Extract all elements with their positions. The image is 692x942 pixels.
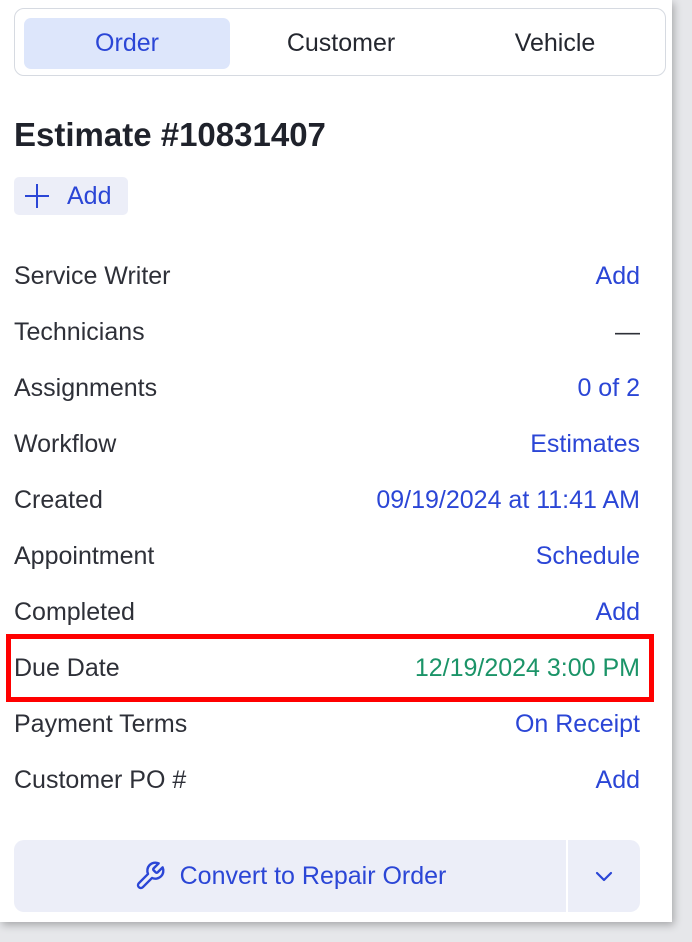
plus-icon [25, 184, 49, 208]
field-label: Workflow [14, 429, 117, 458]
service-writer-add-link[interactable]: Add [596, 262, 640, 291]
field-label: Technicians [14, 317, 145, 346]
field-appointment: Appointment Schedule [14, 536, 640, 576]
field-assignments: Assignments 0 of 2 [14, 368, 640, 408]
add-tag-label: Add [67, 181, 112, 210]
payment-terms-link[interactable]: On Receipt [515, 710, 640, 739]
field-payment-terms: Payment Terms On Receipt [14, 704, 640, 744]
page-title: Estimate #10831407 [14, 116, 326, 153]
field-completed: Completed Add [14, 592, 640, 632]
tab-customer[interactable]: Customer [238, 18, 444, 69]
created-date-link[interactable]: 09/19/2024 at 11:41 AM [376, 486, 640, 515]
tab-bar: Order Customer Vehicle [14, 8, 666, 76]
chevron-down-icon [595, 871, 613, 882]
field-workflow: Workflow Estimates [14, 424, 640, 464]
add-tag-button[interactable]: Add [14, 177, 128, 215]
convert-to-repair-order-button[interactable]: Convert to Repair Order [14, 840, 566, 912]
convert-options-dropdown[interactable] [568, 840, 640, 912]
wrench-icon [136, 861, 165, 890]
field-label: Appointment [14, 541, 155, 570]
workflow-link[interactable]: Estimates [530, 430, 640, 459]
field-technicians: Technicians — [14, 312, 640, 352]
tab-order[interactable]: Order [24, 18, 230, 69]
field-created: Created 09/19/2024 at 11:41 AM [14, 480, 640, 520]
field-label: Customer PO # [14, 765, 187, 794]
assignments-link[interactable]: 0 of 2 [577, 374, 640, 403]
convert-button-label: Convert to Repair Order [179, 861, 447, 890]
schedule-link[interactable]: Schedule [536, 542, 640, 571]
field-customer-po: Customer PO # Add [14, 760, 640, 800]
completed-add-link[interactable]: Add [596, 598, 640, 627]
due-date-link[interactable]: 12/19/2024 3:00 PM [415, 654, 640, 683]
field-label: Due Date [14, 653, 120, 682]
field-service-writer: Service Writer Add [14, 256, 640, 296]
order-panel: Order Customer Vehicle Estimate #1083140… [0, 0, 672, 922]
field-label: Completed [14, 597, 135, 626]
field-label: Service Writer [14, 261, 171, 290]
field-label: Payment Terms [14, 709, 188, 738]
field-due-date: Due Date 12/19/2024 3:00 PM [14, 648, 640, 688]
field-label: Created [14, 485, 103, 514]
customer-po-add-link[interactable]: Add [596, 766, 640, 795]
field-label: Assignments [14, 373, 158, 402]
technicians-value: — [615, 317, 640, 346]
tab-vehicle[interactable]: Vehicle [452, 18, 658, 69]
